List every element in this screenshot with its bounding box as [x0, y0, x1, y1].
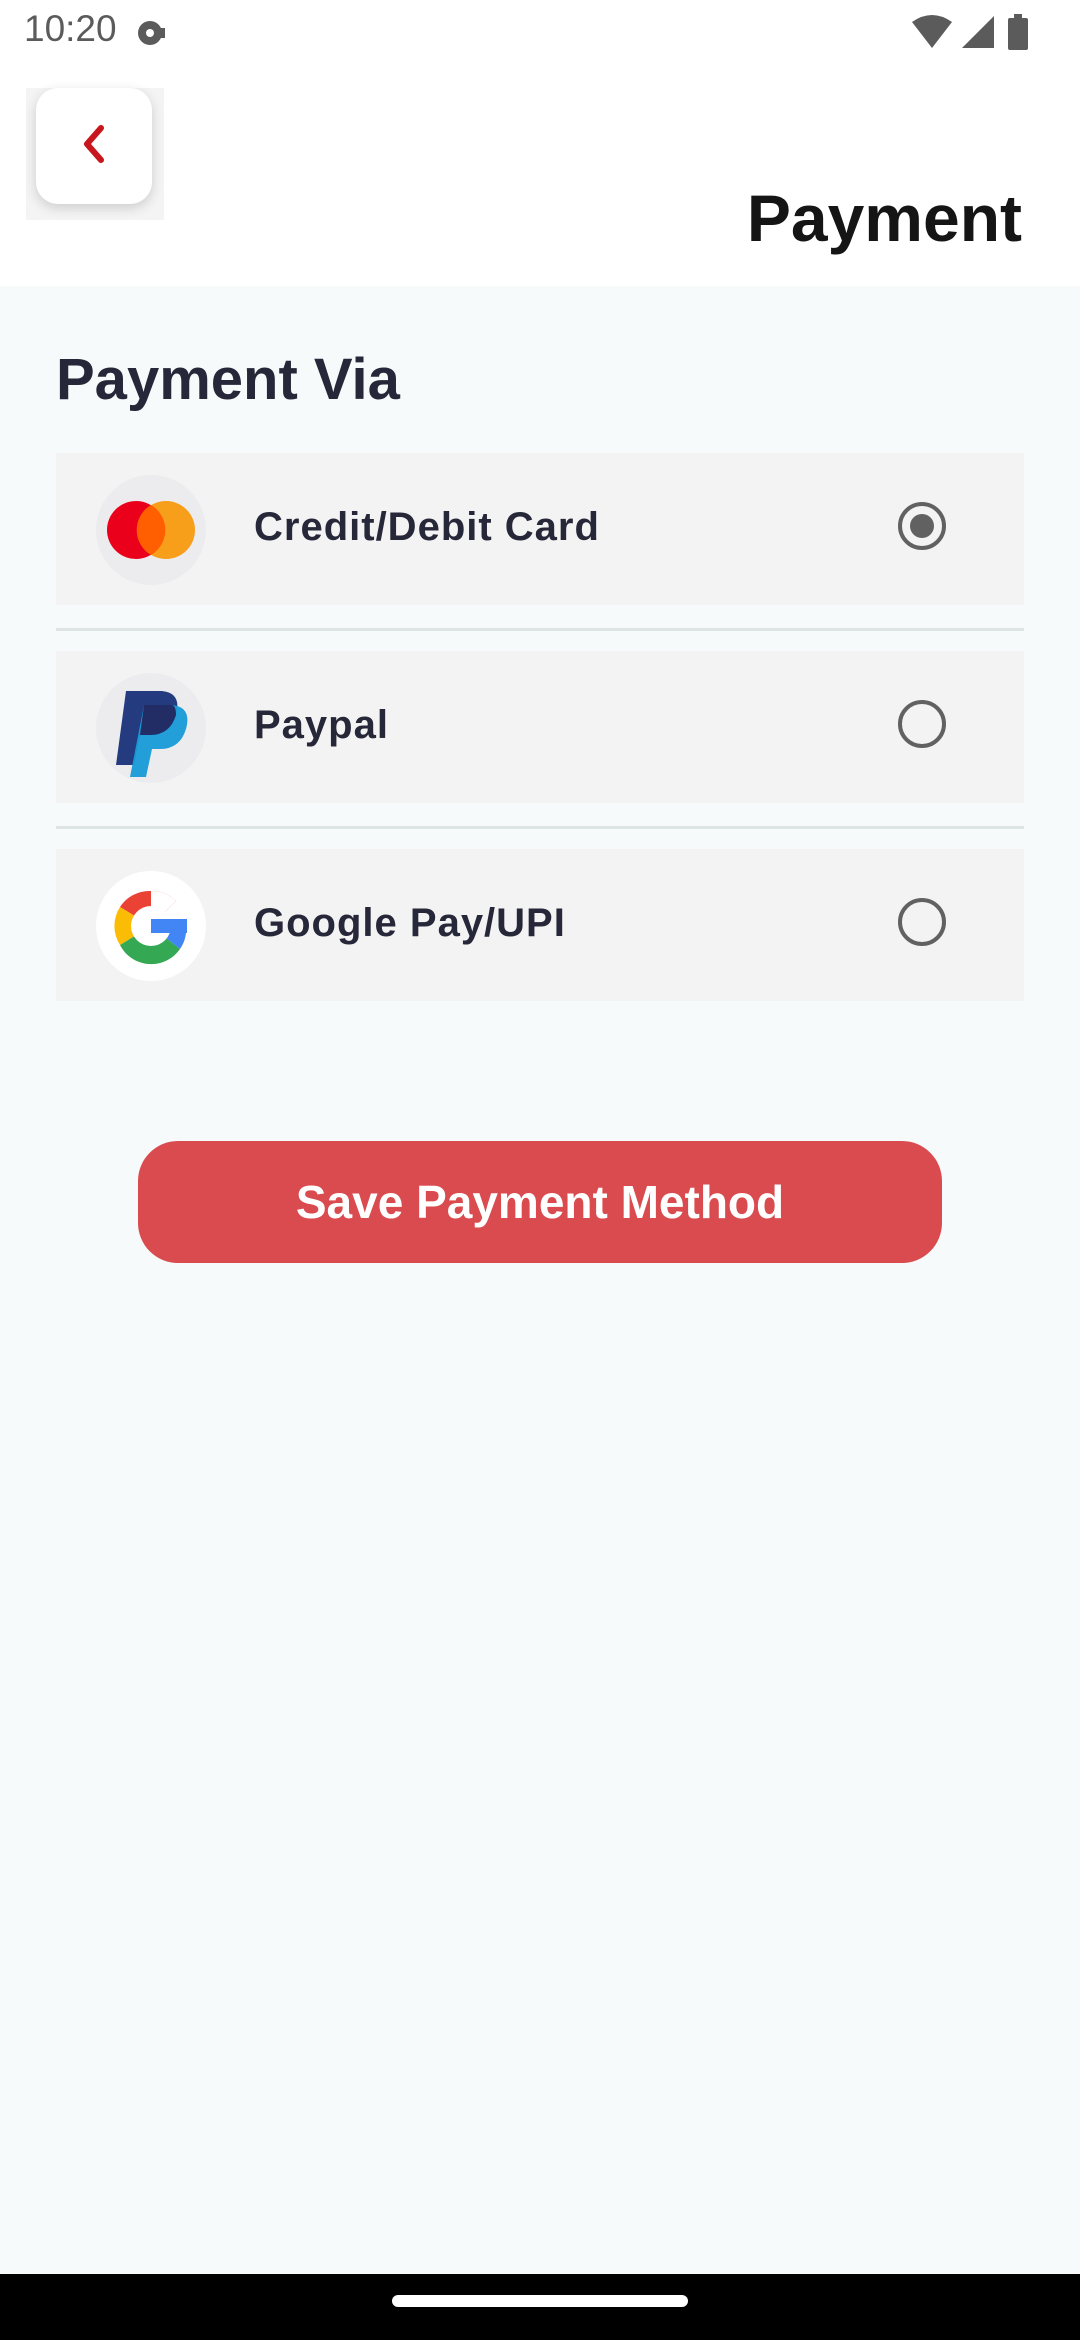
paypal-icon [96, 673, 206, 783]
payment-option-radio-selected[interactable] [898, 502, 946, 550]
home-handle[interactable] [392, 2295, 688, 2307]
google-icon [96, 871, 206, 981]
status-bar: 10:20 [0, 0, 1080, 68]
save-payment-method-button[interactable]: Save Payment Method [138, 1141, 942, 1263]
navigation-bar [0, 2274, 1080, 2340]
divider [56, 826, 1024, 829]
status-icons [910, 14, 1040, 54]
payment-option-google-pay[interactable]: Google Pay/UPI [56, 849, 1024, 1001]
back-button[interactable] [36, 88, 152, 204]
chevron-left-icon [79, 122, 109, 171]
payment-option-paypal[interactable]: Paypal [56, 651, 1024, 803]
wifi-icon [912, 15, 952, 48]
section-title: Payment Via [56, 347, 400, 412]
payment-option-label: Credit/Debit Card [254, 505, 600, 549]
page-title: Payment [746, 181, 1022, 255]
battery-icon [1008, 14, 1028, 50]
radio-selected-dot [910, 514, 934, 538]
mastercard-icon [96, 475, 206, 585]
media-dot-icon [136, 18, 166, 48]
divider [56, 628, 1024, 631]
payment-option-card[interactable]: Credit/Debit Card [56, 453, 1024, 605]
payment-option-radio[interactable] [898, 700, 946, 748]
payment-option-label: Google Pay/UPI [254, 901, 566, 945]
status-time: 10:20 [24, 8, 117, 49]
payment-option-label: Paypal [254, 703, 389, 747]
signal-icon [962, 16, 994, 48]
app-bar: Payment [0, 68, 1080, 286]
payment-option-radio[interactable] [898, 898, 946, 946]
